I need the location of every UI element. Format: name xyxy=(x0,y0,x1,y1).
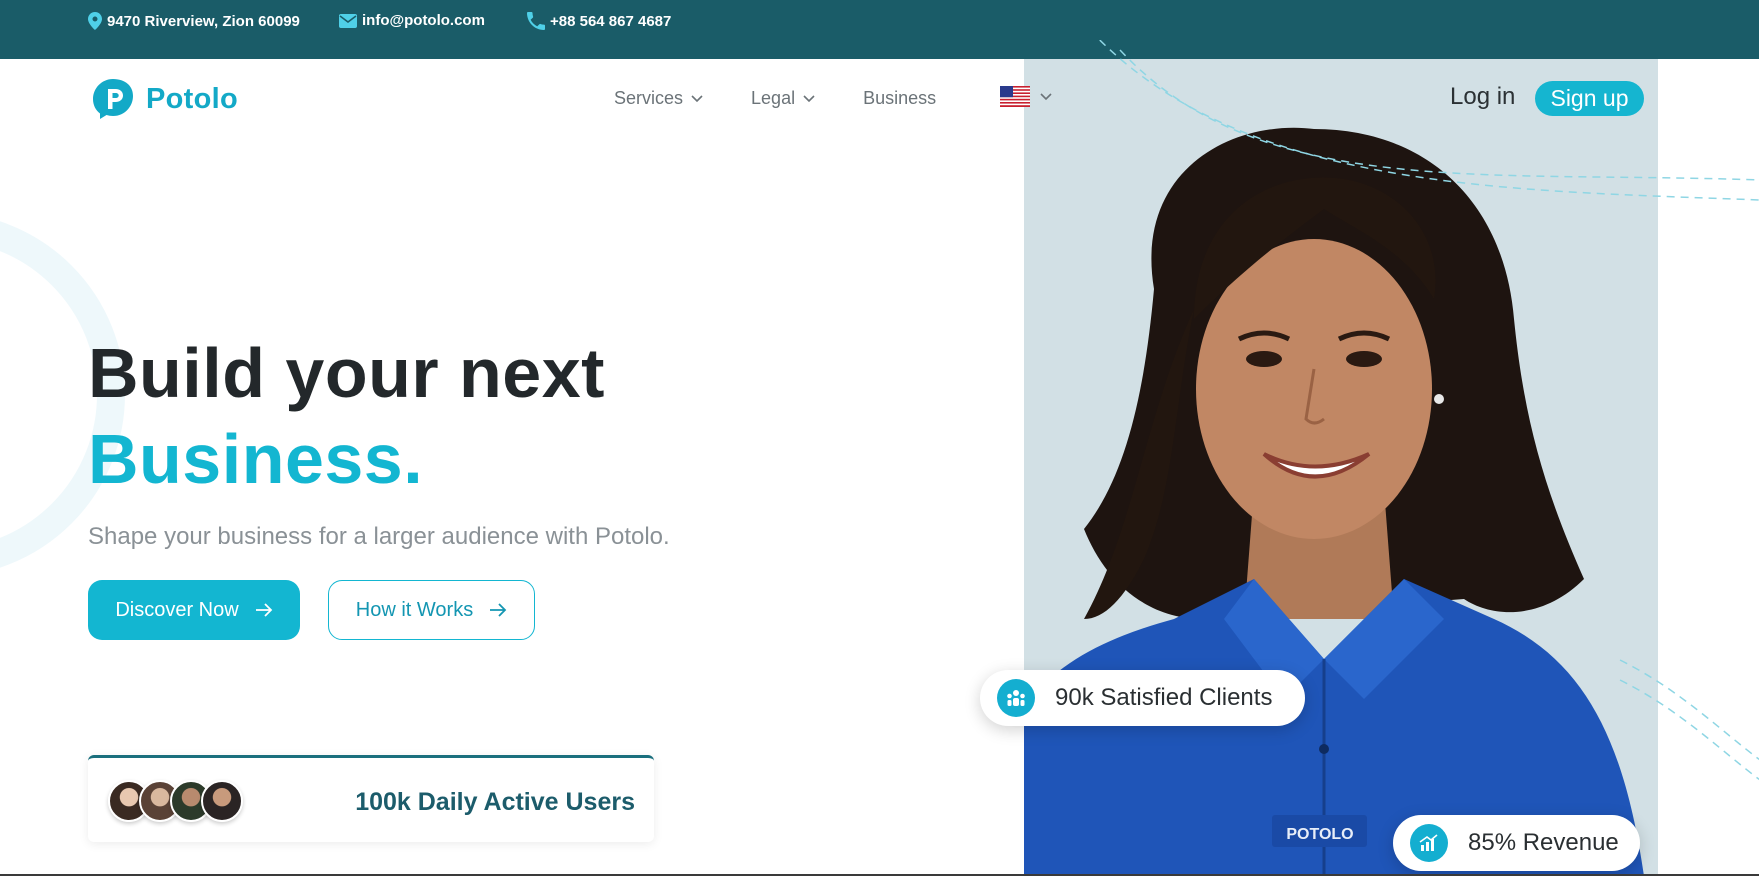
nav-legal-label: Legal xyxy=(751,88,796,108)
nav-business[interactable]: Business xyxy=(863,88,936,109)
arrow-right-icon xyxy=(490,603,507,617)
brand-name: Potolo xyxy=(146,82,239,115)
nav-services[interactable]: Services xyxy=(614,88,703,109)
address-item: 9470 Riverview, Zion 60099 xyxy=(88,12,300,30)
nav-services-label: Services xyxy=(614,88,684,108)
discover-now-label: Discover Now xyxy=(115,598,239,621)
users-group-icon xyxy=(997,679,1035,717)
shirt-logo-text: POTOLO xyxy=(1286,826,1353,843)
how-it-works-button[interactable]: How it Works xyxy=(328,580,535,640)
nav-legal[interactable]: Legal xyxy=(751,88,815,109)
hero-subtitle: Shape your business for a larger audienc… xyxy=(88,523,670,550)
chevron-down-icon xyxy=(691,94,703,102)
phone-item[interactable]: +88 564 867 4687 xyxy=(527,12,671,30)
how-it-works-label: How it Works xyxy=(355,598,474,621)
signup-button[interactable]: Sign up xyxy=(1535,81,1644,116)
address-text: 9470 Riverview, Zion 60099 xyxy=(107,12,300,30)
revenue-stat-text: 85% Revenue xyxy=(1468,829,1619,856)
avatar-group xyxy=(108,780,243,822)
nav-business-label: Business xyxy=(863,88,937,108)
daily-users-text: 100k Daily Active Users xyxy=(355,788,635,816)
clients-stat-pill: 90k Satisfied Clients xyxy=(980,670,1305,726)
phone-text: +88 564 867 4687 xyxy=(550,12,672,30)
location-pin-icon xyxy=(88,12,102,30)
us-flag-icon xyxy=(1000,86,1030,107)
hero-title-line1: Build your next xyxy=(88,334,605,412)
email-text: info@potolo.com xyxy=(362,12,485,29)
daily-users-card: 100k Daily Active Users xyxy=(88,755,654,842)
revenue-stat-pill: 85% Revenue xyxy=(1393,815,1640,871)
login-link[interactable]: Log in xyxy=(1450,83,1515,111)
envelope-icon xyxy=(339,13,357,28)
email-item[interactable]: info@potolo.com xyxy=(339,12,485,29)
discover-now-button[interactable]: Discover Now xyxy=(88,580,300,640)
landing-page: 9470 Riverview, Zion 60099 info@potolo.c… xyxy=(0,0,1759,876)
language-selector[interactable] xyxy=(1000,86,1052,107)
potolo-logo-icon xyxy=(93,79,133,119)
chevron-down-icon xyxy=(803,94,815,102)
main-nav: Services Legal Business xyxy=(614,88,984,109)
hero-title: Build your next Business. xyxy=(88,330,605,502)
growth-chart-icon xyxy=(1410,824,1448,862)
chevron-down-icon xyxy=(1040,92,1052,100)
brand-logo[interactable]: Potolo xyxy=(92,78,238,120)
phone-icon xyxy=(527,12,545,30)
clients-stat-text: 90k Satisfied Clients xyxy=(1055,684,1273,711)
avatar xyxy=(201,780,243,822)
arrow-right-icon xyxy=(255,603,272,617)
hero-title-line2: Business. xyxy=(88,420,424,498)
